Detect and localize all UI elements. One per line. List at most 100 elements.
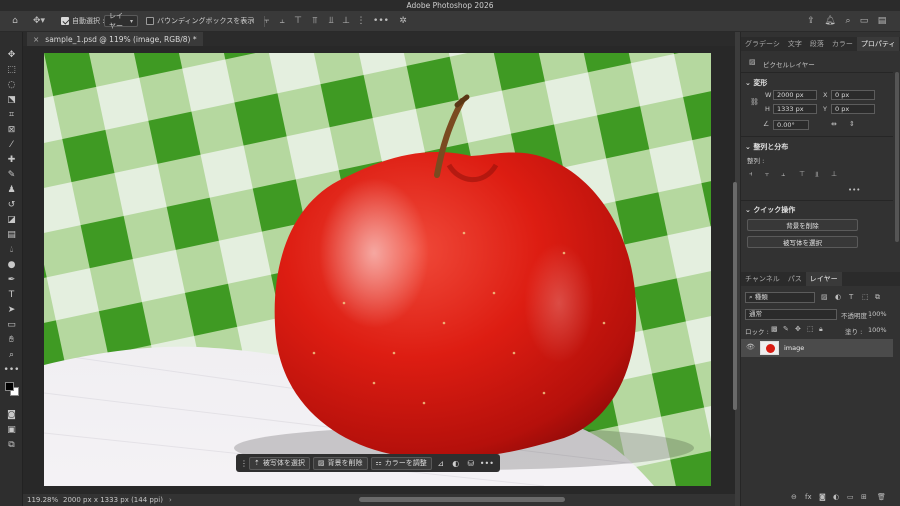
healing-brush-icon[interactable]: ✚ <box>3 153 20 166</box>
flip-vertical-icon[interactable]: ⇕ <box>849 120 855 128</box>
filter-smart-icon[interactable]: ⧉ <box>875 293 880 302</box>
align-left-icon[interactable]: ⫞ <box>749 170 753 179</box>
object-select-icon[interactable]: ⬔ <box>3 93 20 106</box>
move-icon[interactable]: ✥ <box>3 48 20 61</box>
quick-mask-icon[interactable]: ◙ <box>3 408 20 421</box>
frame-icon[interactable]: ⊠ <box>3 123 20 136</box>
align-bottom-icon[interactable]: ⊥ <box>831 170 837 178</box>
lock-artboard-icon[interactable]: ⬚ <box>807 325 814 333</box>
eraser-icon[interactable]: ◪ <box>3 213 20 226</box>
crop-icon[interactable]: ⌗ <box>3 108 20 121</box>
more-icon[interactable]: ••• <box>480 459 494 468</box>
tab-gradient[interactable]: グラデーシ <box>741 37 784 51</box>
align-hcenter-icon[interactable]: ⫟ <box>765 170 769 179</box>
align-right-icon[interactable]: ⫠ <box>781 170 785 179</box>
align-hcenter-icon[interactable]: ⫟ <box>262 14 272 28</box>
opacity-value[interactable]: 100% <box>868 310 887 318</box>
zoom-icon[interactable]: ⌕ <box>3 348 20 361</box>
tab-properties[interactable]: プロパティ <box>856 37 900 51</box>
lasso-icon[interactable]: ◌ <box>3 78 20 91</box>
height-field[interactable]: 1333 px <box>773 104 817 114</box>
fx-icon[interactable]: fx <box>805 493 812 501</box>
distribute-top-icon[interactable]: ⫪ <box>310 14 320 28</box>
distribute-icon[interactable]: ⋮ <box>356 14 366 28</box>
eye-icon[interactable]: 👁︎ <box>746 343 755 351</box>
trash-icon[interactable]: 🗑︎ <box>877 493 886 501</box>
align-right-icon[interactable]: ⫠ <box>277 14 287 28</box>
screen-mode-icon[interactable]: ▣ <box>3 423 20 436</box>
close-icon[interactable]: × <box>33 35 39 44</box>
angle-field[interactable]: 0.00° <box>773 120 809 130</box>
adjust-color-button[interactable]: ⚏ カラーを調整 <box>370 456 432 470</box>
blend-mode-dropdown[interactable]: 通常 <box>745 309 837 320</box>
y-field[interactable]: 0 px <box>831 104 875 114</box>
tab-color[interactable]: カラー <box>828 37 857 51</box>
fill-value[interactable]: 100% <box>868 326 887 334</box>
lock-transparent-icon[interactable]: ▩ <box>771 325 778 333</box>
link-icon[interactable]: ⛓ <box>750 98 759 106</box>
document-tab[interactable]: × sample_1.psd @ 119% (image, RGB/8) * <box>27 32 203 46</box>
path-select-icon[interactable]: ➤ <box>3 303 20 316</box>
color-swatches[interactable] <box>4 381 20 397</box>
lock-position-icon[interactable]: ✥ <box>795 325 801 333</box>
drag-handle-icon[interactable]: ⋮ <box>240 459 248 468</box>
pen-icon[interactable]: ✒ <box>3 273 20 286</box>
flip-horizontal-icon[interactable]: ⇹ <box>831 120 837 128</box>
auto-select-checkbox[interactable] <box>60 14 70 28</box>
filter-pixel-icon[interactable]: ▨ <box>821 293 828 301</box>
align-top-icon[interactable]: ⊤ <box>799 170 805 178</box>
share-icon[interactable]: ⇪ <box>805 14 817 28</box>
tab-paths[interactable]: パス <box>784 272 806 286</box>
align-vcenter-icon[interactable]: ⫫ <box>815 170 819 179</box>
canvas-area[interactable] <box>23 46 735 494</box>
new-group-icon[interactable]: ▭ <box>847 493 854 501</box>
align-left-icon[interactable]: ⫞ <box>247 14 257 28</box>
new-layer-icon[interactable]: ⊞ <box>861 493 867 501</box>
filter-type-icon[interactable]: T <box>849 293 853 301</box>
lock-image-icon[interactable]: ✎ <box>783 325 789 333</box>
move-tool-icon[interactable]: ✥▾ <box>30 14 48 28</box>
align-top-icon[interactable]: ⊤ <box>293 14 303 28</box>
mask-icon[interactable]: ⛁ <box>465 459 477 468</box>
dodge-icon[interactable]: ● <box>3 258 20 271</box>
properties-scrollbar[interactable] <box>895 72 899 242</box>
canvas-image[interactable] <box>44 53 711 486</box>
brush-icon[interactable]: ✎ <box>3 168 20 181</box>
width-field[interactable]: 2000 px <box>773 90 817 100</box>
filter-shape-icon[interactable]: ⬚ <box>862 293 869 301</box>
link-layers-icon[interactable]: ⊖ <box>791 493 797 501</box>
quick-actions-header[interactable]: ⌄ クイック操作 <box>745 205 795 215</box>
align-bottom-icon[interactable]: ⊥ <box>341 14 351 28</box>
align-vcenter-icon[interactable]: ⫫ <box>326 14 336 28</box>
layer-row[interactable]: 👁︎ image <box>741 339 893 357</box>
search-icon[interactable]: ⌕ <box>842 14 854 28</box>
more-options-icon[interactable]: ••• <box>373 14 389 28</box>
workspace-icon[interactable]: ▭ <box>858 14 870 28</box>
transform-header[interactable]: ⌄ 変形 <box>745 78 767 88</box>
layer-filter-dropdown[interactable]: ⌕ 種類 <box>745 292 815 303</box>
blur-icon[interactable]: 💧︎ <box>3 243 20 256</box>
tab-paragraph[interactable]: 段落 <box>806 37 828 51</box>
remove-background-button[interactable]: ▨ 背景を削除 <box>312 456 368 470</box>
zoom-level[interactable]: 119.28% <box>23 496 59 504</box>
auto-select-target-dropdown[interactable]: レイヤー ▾ <box>104 12 138 30</box>
tab-layers[interactable]: レイヤー <box>805 272 842 286</box>
tab-channels[interactable]: チャンネル <box>741 272 784 286</box>
artboard-icon[interactable]: ⧉ <box>3 438 20 451</box>
home-icon[interactable]: ⌂ <box>8 14 22 28</box>
more-align-icon[interactable]: ••• <box>848 186 860 194</box>
clone-stamp-icon[interactable]: ♟ <box>3 183 20 196</box>
align-header[interactable]: ⌄ 整列と分布 <box>745 142 788 152</box>
vertical-scrollbar[interactable] <box>733 182 737 410</box>
rectangle-icon[interactable]: ▭ <box>3 318 20 331</box>
select-subject-panel-button[interactable]: 被写体を選択 <box>747 236 858 248</box>
edit-toolbar-icon[interactable]: ••• <box>3 363 20 376</box>
notification-bell-icon[interactable]: 🔔︎ <box>824 14 836 28</box>
type-icon[interactable]: T <box>3 288 20 301</box>
marquee-icon[interactable]: ⬚ <box>3 63 20 76</box>
add-mask-icon[interactable]: ◙ <box>819 493 826 501</box>
gear-icon[interactable]: ✲ <box>397 14 409 28</box>
gradient-icon[interactable]: ▤ <box>3 228 20 241</box>
bounding-box-checkbox[interactable] <box>145 14 155 28</box>
filter-adjustment-icon[interactable]: ◐ <box>835 293 841 301</box>
